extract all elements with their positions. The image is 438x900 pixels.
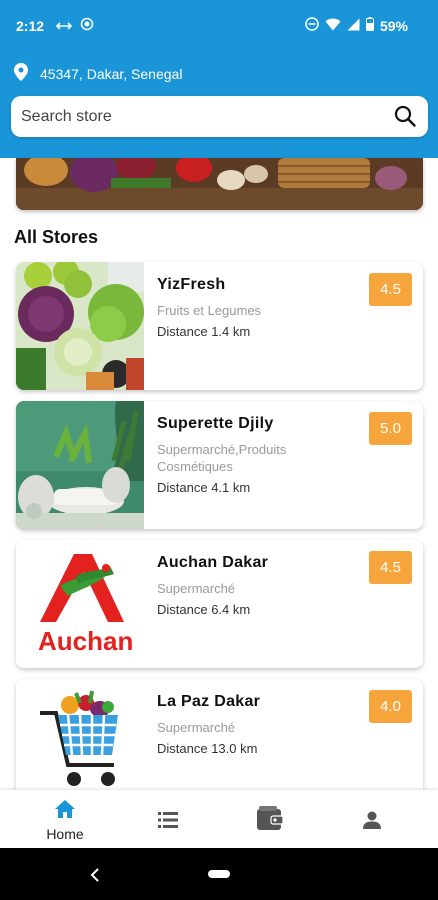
battery-level: 59% xyxy=(379,17,408,34)
banner-image xyxy=(16,158,423,210)
store-category: Supermarché xyxy=(157,581,236,596)
store-card[interactable]: Superette Djily Supermarché,Produits Cos… xyxy=(16,401,423,529)
store-card[interactable]: La Paz Dakar Supermarché Distance 13.0 k… xyxy=(16,679,423,807)
nav-profile[interactable] xyxy=(318,790,428,848)
nav-wallet[interactable] xyxy=(215,790,325,848)
status-right: 59% xyxy=(305,17,408,34)
rating-badge: 4.5 xyxy=(369,551,412,584)
nav-home-label: Home xyxy=(46,826,84,842)
home-icon xyxy=(55,800,75,823)
status-bar: 2:12 59% xyxy=(0,0,438,50)
bottom-nav: Home xyxy=(0,790,438,848)
system-navigation-bar xyxy=(0,848,438,900)
status-time: 2:12 xyxy=(16,18,45,34)
store-category: Supermarché,Produits Cosmétiques xyxy=(157,442,287,474)
store-category: Fruits et Legumes xyxy=(157,303,262,318)
location-pin-icon xyxy=(14,63,28,84)
link-icon xyxy=(55,18,73,34)
target-icon xyxy=(80,17,94,34)
profile-icon xyxy=(363,811,381,834)
store-category: Supermarché xyxy=(157,720,236,735)
nav-list[interactable] xyxy=(113,790,223,848)
battery-icon xyxy=(365,17,374,34)
do-not-disturb-icon xyxy=(305,17,319,34)
section-title: All Stores xyxy=(14,227,99,247)
store-card[interactable]: YizFresh Fruits et Legumes Distance 1.4 … xyxy=(16,262,423,390)
store-name: YizFresh xyxy=(157,276,226,293)
home-pill-icon[interactable] xyxy=(208,870,230,878)
promo-banner[interactable] xyxy=(16,158,423,210)
shopping-cart-image xyxy=(16,679,144,807)
app-header: 2:12 59% 45347, Dakar, Senegal Search st… xyxy=(0,0,438,158)
wifi-icon xyxy=(325,18,341,34)
back-icon[interactable] xyxy=(90,868,100,887)
rating-badge: 5.0 xyxy=(369,412,412,445)
location-row[interactable]: 45347, Dakar, Senegal xyxy=(14,63,182,84)
status-left-icons xyxy=(55,17,94,34)
auchan-logo-text: Auchan xyxy=(38,626,133,656)
store-distance: Distance 4.1 km xyxy=(157,480,251,495)
store-distance: Distance 1.4 km xyxy=(157,324,251,339)
auchan-logo: Auchan xyxy=(16,540,144,668)
rating-badge: 4.5 xyxy=(369,273,412,306)
list-icon xyxy=(158,812,178,833)
search-input[interactable] xyxy=(21,96,381,137)
location-text: 45347, Dakar, Senegal xyxy=(40,65,183,82)
cosmetics-image xyxy=(16,401,144,529)
store-name: Auchan Dakar xyxy=(157,554,269,571)
store-distance: Distance 13.0 km xyxy=(157,741,258,756)
search-bar[interactable] xyxy=(11,96,428,137)
wallet-icon xyxy=(257,806,284,835)
store-distance: Distance 6.4 km xyxy=(157,602,251,617)
nav-home[interactable]: Home xyxy=(10,790,120,848)
vegetables-image xyxy=(16,262,144,390)
signal-icon xyxy=(347,18,360,34)
search-icon[interactable] xyxy=(394,105,416,132)
store-name: La Paz Dakar xyxy=(157,693,261,710)
rating-badge: 4.0 xyxy=(369,690,412,723)
store-card[interactable]: Auchan Auchan Dakar Supermarché Distance… xyxy=(16,540,423,668)
store-name: Superette Djily xyxy=(157,415,274,432)
